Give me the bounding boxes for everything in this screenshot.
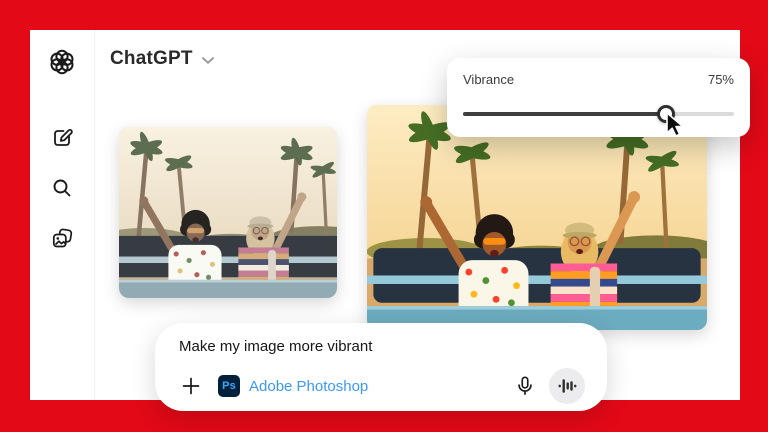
adobe-photoshop-plugin[interactable]: Ps Adobe Photoshop (218, 375, 368, 397)
composer-message[interactable]: Make my image more vibrant (179, 338, 585, 355)
search-icon[interactable] (49, 175, 75, 201)
vibrance-slider-thumb[interactable] (657, 105, 675, 123)
vibrance-panel: Vibrance 75% (447, 58, 750, 137)
chevron-down-icon (201, 56, 215, 65)
plus-icon[interactable] (179, 374, 203, 398)
model-picker[interactable]: ChatGPT (110, 48, 215, 70)
vibrance-slider[interactable] (463, 104, 734, 122)
vibrance-label: Vibrance (463, 72, 514, 87)
microphone-icon[interactable] (512, 373, 538, 399)
new-chat-icon[interactable] (49, 125, 75, 151)
promo-frame: ChatGPT Vibrance 75% (0, 0, 768, 432)
openai-logo-icon[interactable] (46, 46, 78, 78)
app-title: ChatGPT (110, 48, 193, 70)
original-image[interactable] (119, 127, 337, 298)
library-icon[interactable] (49, 225, 75, 251)
vibrance-value: 75% (708, 72, 734, 87)
voice-waveform-icon (557, 376, 577, 396)
edited-vibrant-image[interactable] (367, 105, 707, 330)
composer[interactable]: Make my image more vibrant Ps Adobe Phot… (155, 323, 607, 411)
voice-mode-button[interactable] (549, 368, 585, 404)
photoshop-ps-icon: Ps (218, 375, 240, 397)
vibrance-slider-fill (463, 112, 666, 116)
plugin-name: Adobe Photoshop (249, 378, 368, 395)
sidebar (30, 30, 95, 400)
